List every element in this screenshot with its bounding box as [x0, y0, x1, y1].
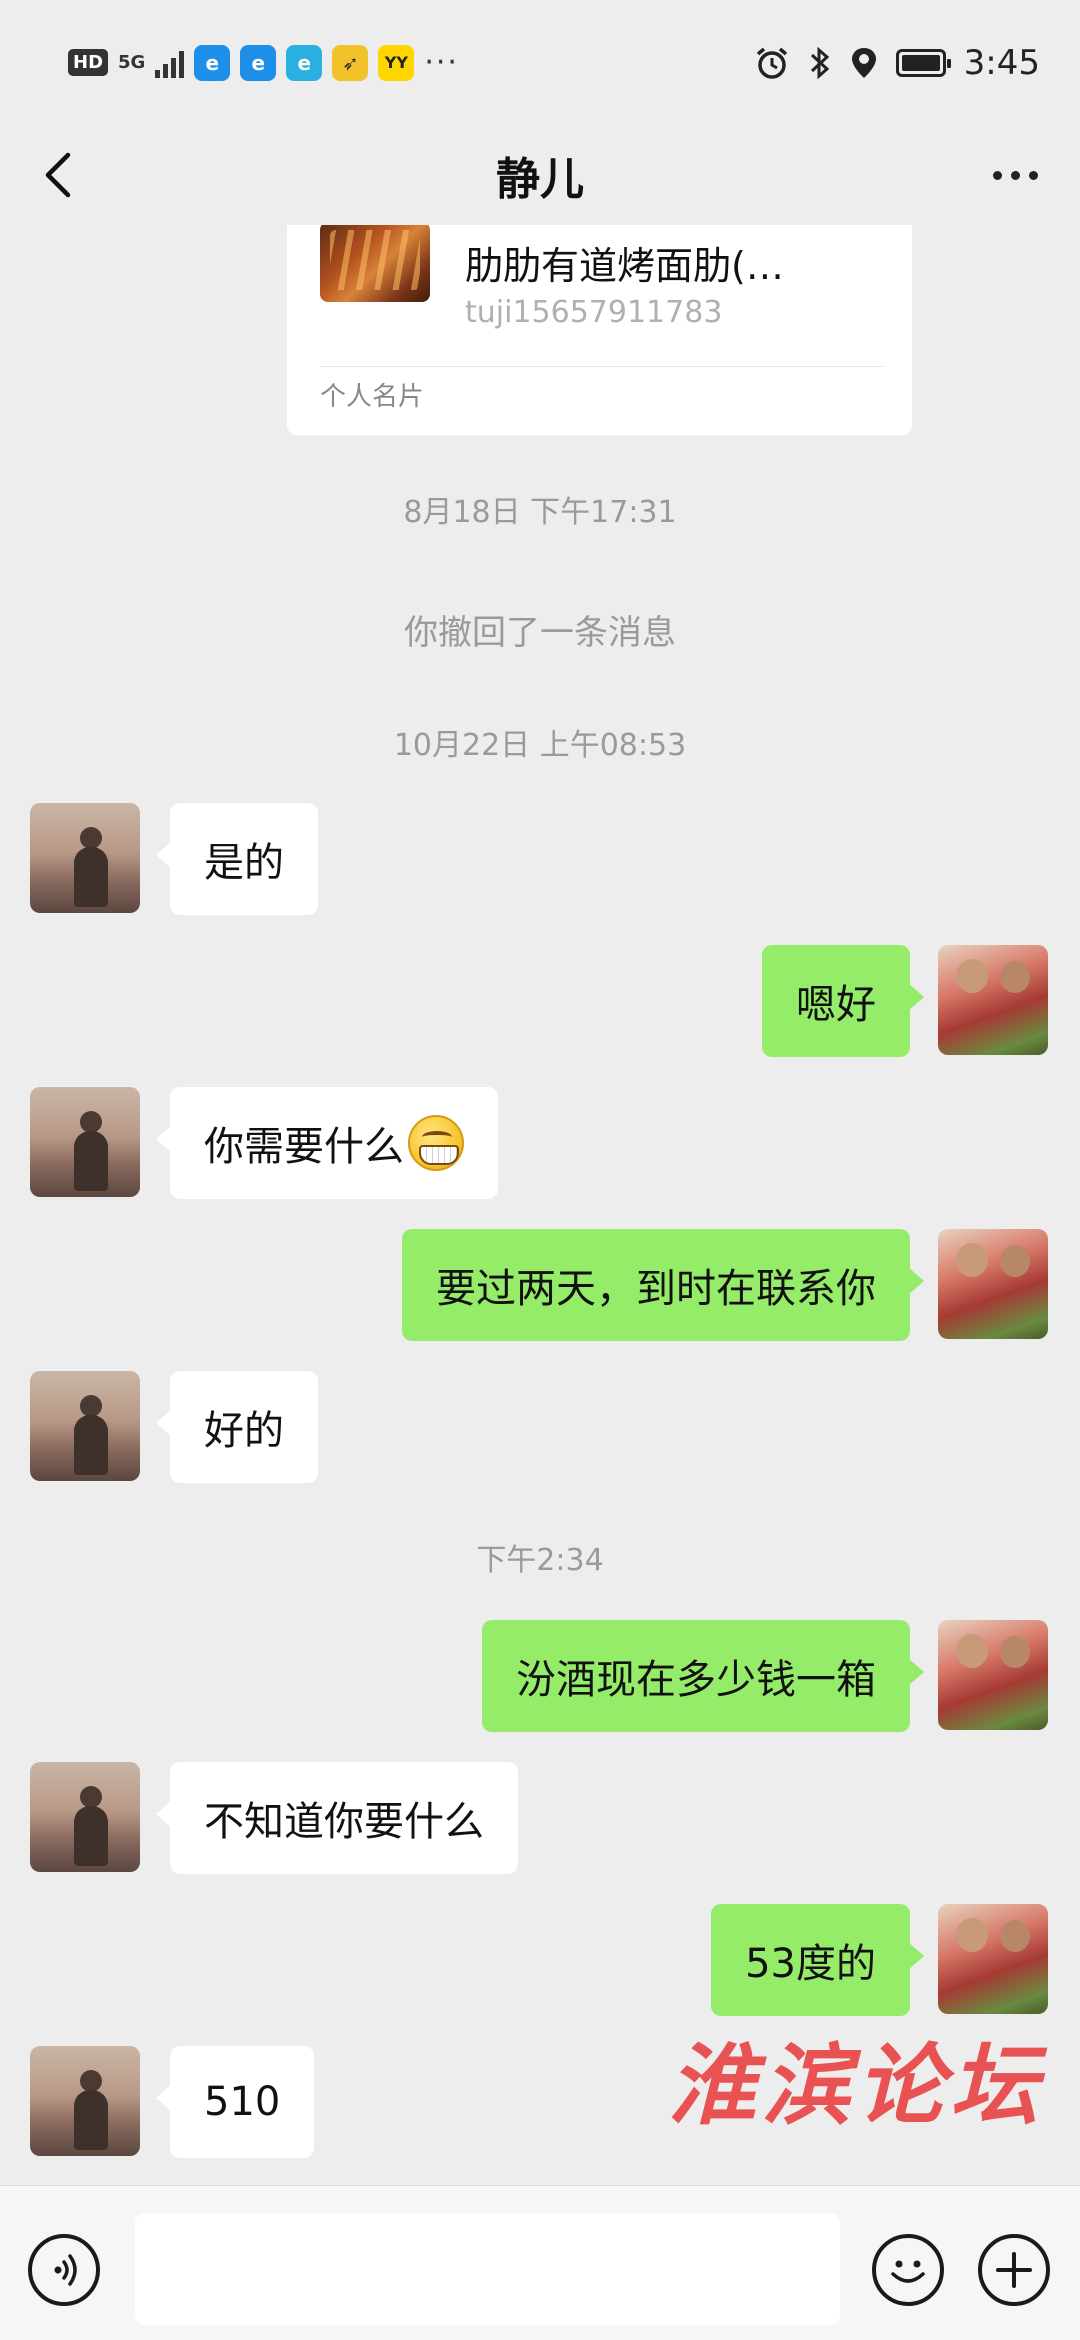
timestamp: 下午2:34 — [476, 1543, 604, 1578]
message-text: 要过两天，到时在联系你 — [436, 1266, 876, 1312]
network-type: 5G — [118, 51, 146, 73]
chat-header: 静儿 — [0, 125, 1080, 225]
more-notifications-icon: ··· — [424, 45, 459, 80]
battery-icon — [895, 48, 951, 77]
emoji-button[interactable] — [872, 2234, 944, 2306]
hd-badge: HD — [68, 49, 109, 76]
incoming-message[interactable]: 510 — [155, 2046, 315, 2158]
grinning-face-emoji-icon — [408, 1115, 464, 1171]
contact-avatar[interactable] — [30, 1087, 140, 1197]
message-text: 510 — [204, 2079, 281, 2125]
outgoing-message[interactable]: 53度的 — [711, 1904, 924, 2016]
message-text: 不知道你要什么 — [204, 1799, 484, 1845]
incoming-message[interactable]: 你需要什么 — [156, 1087, 498, 1199]
incoming-message[interactable]: 是的 — [156, 803, 318, 915]
clock: 3:45 — [963, 42, 1040, 83]
contact-avatar[interactable] — [30, 1762, 140, 1872]
contact-avatar[interactable] — [30, 2046, 140, 2156]
more-options-icon[interactable] — [980, 147, 1050, 203]
contact-card-message[interactable]: 肋肋有道烤面肋(… tuji15657911783 个人名片 — [287, 225, 912, 435]
outgoing-message[interactable]: 嗯好 — [762, 945, 924, 1057]
chat-title: 静儿 — [496, 154, 584, 205]
voice-input-button[interactable] — [28, 2234, 100, 2306]
more-functions-button[interactable] — [978, 2234, 1050, 2306]
status-right: 3:45 — [754, 43, 1040, 83]
message-text: 好的 — [204, 1408, 284, 1454]
bird-app-icon: ➶ — [332, 44, 369, 81]
recall-notice: 你撤回了一条消息 — [404, 613, 676, 653]
contact-avatar[interactable] — [30, 1371, 140, 1481]
voice-icon — [54, 2254, 77, 2286]
bluetooth-icon — [810, 46, 829, 79]
contact-avatar[interactable] — [30, 803, 140, 913]
yy-app-icon: YY — [378, 44, 415, 81]
my-avatar[interactable] — [938, 1229, 1048, 1339]
e-app-icon: e — [286, 44, 323, 81]
contact-card-avatar — [320, 225, 430, 302]
status-left: HD 5G e e e ➶ YY ··· — [68, 44, 459, 81]
input-bar — [0, 2185, 1080, 2340]
smiley-icon — [891, 2260, 925, 2283]
status-bar: HD 5G e e e ➶ YY ··· 3:45 — [0, 0, 1080, 125]
edge-icon: e — [194, 44, 231, 81]
my-avatar[interactable] — [938, 1904, 1048, 2014]
contact-card-type: 个人名片 — [320, 382, 425, 412]
message-text: 你需要什么 — [204, 1124, 404, 1170]
timestamp: 8月18日 下午17:31 — [403, 495, 677, 530]
outgoing-message[interactable]: 汾酒现在多少钱一箱 — [482, 1620, 924, 1732]
forum-watermark: 淮滨论坛 — [668, 2033, 1045, 2137]
contact-card-id: tuji15657911783 — [465, 295, 723, 330]
location-icon — [851, 47, 876, 78]
plus-icon — [996, 2252, 1032, 2288]
contact-card-name: 肋肋有道烤面肋(… — [465, 244, 784, 288]
message-text: 是的 — [204, 840, 284, 886]
message-list[interactable]: 肋肋有道烤面肋(… tuji15657911783 个人名片 8月18日 下午1… — [0, 225, 1080, 2185]
edge-icon: e — [240, 44, 277, 81]
signal-icon — [155, 48, 185, 78]
outgoing-message[interactable]: 要过两天，到时在联系你 — [402, 1229, 924, 1341]
message-text: 嗯好 — [796, 982, 876, 1028]
timestamp: 10月22日 上午08:53 — [393, 728, 687, 763]
incoming-message[interactable]: 不知道你要什么 — [156, 1762, 518, 1874]
my-avatar[interactable] — [938, 1620, 1048, 1730]
card-divider — [320, 366, 884, 367]
message-text: 汾酒现在多少钱一箱 — [516, 1657, 876, 1703]
message-text: 53度的 — [745, 1941, 876, 1987]
incoming-message[interactable]: 好的 — [156, 1371, 318, 1483]
alarm-icon — [756, 47, 787, 79]
my-avatar[interactable] — [938, 945, 1048, 1055]
message-input[interactable] — [135, 2213, 840, 2325]
